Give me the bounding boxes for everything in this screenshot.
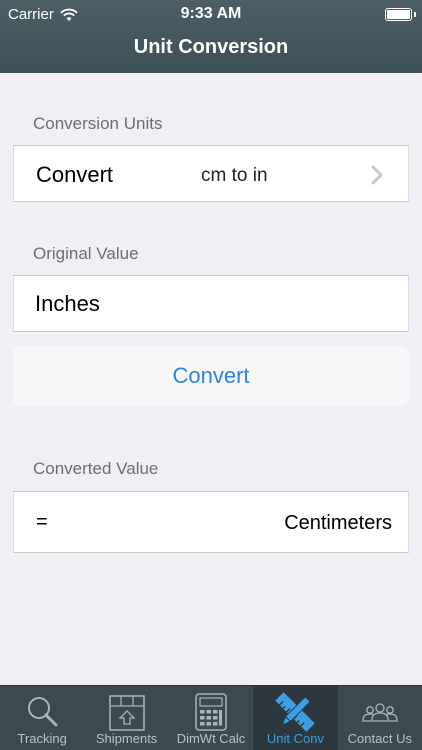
pencil-ruler-icon bbox=[275, 692, 316, 732]
convert-button[interactable]: Convert bbox=[13, 346, 409, 406]
original-value-cell bbox=[13, 275, 409, 332]
tab-label-shipments: Shipments bbox=[95, 731, 158, 746]
magnifier-icon bbox=[28, 697, 58, 727]
tab-dimwt-calc[interactable]: DimWt Calc bbox=[169, 686, 253, 750]
converted-value-cell: = Centimeters bbox=[13, 491, 409, 553]
conversion-units-selector[interactable]: Convert cm to in bbox=[13, 145, 409, 202]
people-icon bbox=[361, 703, 398, 722]
tab-shipments[interactable]: Shipments bbox=[84, 686, 168, 750]
tab-label-unit-conv: Unit Conv bbox=[266, 731, 324, 746]
tab-label-tracking: Tracking bbox=[17, 731, 67, 746]
calculator-icon bbox=[195, 693, 227, 731]
page-title: Unit Conversion bbox=[133, 36, 289, 58]
convert-row-label: Convert bbox=[36, 162, 114, 187]
status-bar: Carrier 9:33 AM bbox=[0, 0, 422, 30]
status-time: 9:33 AM bbox=[180, 5, 242, 22]
battery-tip bbox=[414, 12, 416, 17]
original-value-label: Original Value bbox=[33, 244, 139, 263]
converted-value-result: Centimeters bbox=[284, 512, 392, 534]
converted-value-label: Converted Value bbox=[33, 459, 159, 478]
chevron-right-icon bbox=[371, 165, 383, 185]
tab-label-contact-us: Contact Us bbox=[347, 731, 412, 746]
header: Carrier 9:33 AM Unit Conversion bbox=[0, 0, 422, 73]
tab-tracking[interactable]: Tracking bbox=[0, 686, 84, 750]
battery-icon bbox=[385, 8, 412, 21]
tab-unit-conv[interactable]: Unit Conv bbox=[253, 686, 338, 750]
conversion-units-value: cm to in bbox=[201, 165, 268, 186]
tab-bar: Tracking Shipments DimWt Calc Unit Conv … bbox=[0, 685, 422, 750]
conversion-units-label: Conversion Units bbox=[33, 114, 163, 133]
tab-contact-us[interactable]: Contact Us bbox=[338, 686, 422, 750]
tab-label-dimwt-calc: DimWt Calc bbox=[176, 731, 246, 746]
box-icon bbox=[108, 695, 145, 731]
original-value-input[interactable] bbox=[35, 288, 395, 320]
equals-sign: = bbox=[36, 511, 48, 533]
